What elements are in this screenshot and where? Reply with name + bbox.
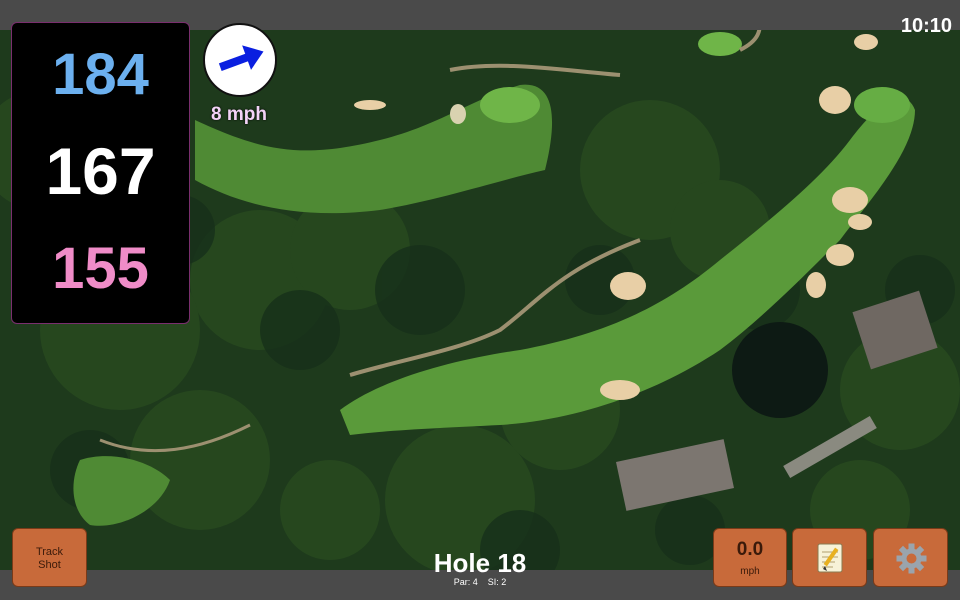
track-shot-button[interactable]: Track Shot xyxy=(12,528,87,587)
wind-indicator xyxy=(203,23,277,97)
gear-icon xyxy=(896,543,927,574)
speed-value: 0.0 xyxy=(736,539,764,560)
arrow-icon xyxy=(218,45,264,71)
clock: 10:10 xyxy=(900,15,952,37)
track-shot-label-line1: Track xyxy=(35,546,64,558)
wind-speed: 8 mph xyxy=(211,104,267,125)
back-distance: 184 xyxy=(52,42,149,107)
notepad-icon xyxy=(817,543,843,573)
middle-distance: 167 xyxy=(45,134,156,208)
hole-title: Hole 18 xyxy=(433,548,527,578)
notes-button[interactable] xyxy=(792,528,867,587)
track-shot-label-line2: Shot xyxy=(38,559,61,571)
speed-unit: mph xyxy=(740,566,760,577)
distance-panel: 184 167 155 xyxy=(11,22,190,324)
hole-info: Hole 18 Par: 4 SI: 2 xyxy=(380,549,580,587)
hole-par: Par: 4 xyxy=(453,577,478,587)
speed-button[interactable]: 0.0 mph xyxy=(713,528,787,587)
settings-button[interactable] xyxy=(873,528,948,587)
hole-details: Par: 4 SI: 2 xyxy=(380,577,580,587)
hole-stroke-index: SI: 2 xyxy=(487,577,507,587)
front-distance: 155 xyxy=(52,236,149,301)
